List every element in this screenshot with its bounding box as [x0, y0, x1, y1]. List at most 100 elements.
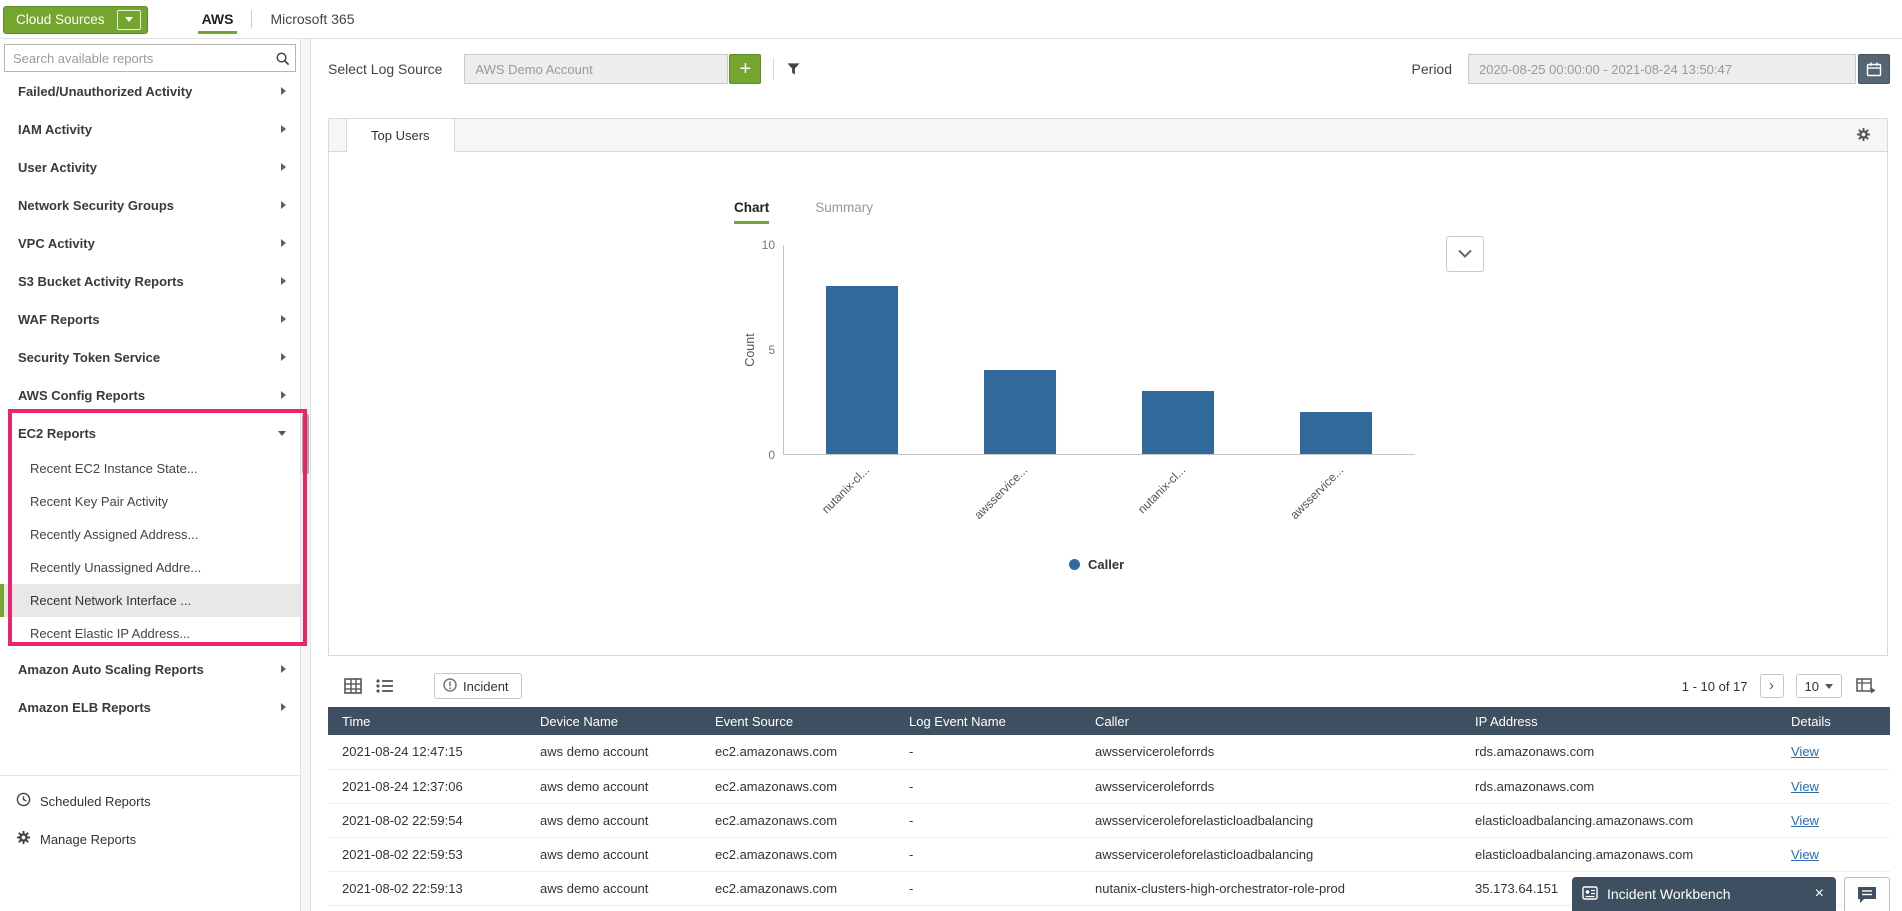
tab-aws[interactable]: AWS: [198, 0, 238, 38]
ec2-reports-children: Recent EC2 Instance State...Recent Key P…: [0, 452, 300, 650]
log-source-input[interactable]: [464, 54, 728, 84]
chevron-right-icon: [281, 277, 286, 285]
cell-time: 2021-08-02 22:59:13: [328, 871, 526, 905]
sidebar-item-failed-unauthorized-activity[interactable]: Failed/Unauthorized Activity: [0, 72, 300, 110]
cell-ip: elasticloadbalancing.amazonaws.com: [1461, 837, 1777, 871]
sidebar-item-recent-key-pair-activity[interactable]: Recent Key Pair Activity: [0, 485, 300, 518]
list-view-icon[interactable]: [374, 677, 396, 695]
chevron-right-icon: [281, 703, 286, 711]
sidebar-item-amazon-auto-scaling-reports[interactable]: Amazon Auto Scaling Reports: [0, 650, 300, 688]
view-details-link[interactable]: View: [1791, 779, 1819, 794]
cell-log_event: -: [895, 871, 1081, 905]
chat-button[interactable]: [1844, 877, 1890, 911]
sidebar-item-recently-assigned-address[interactable]: Recently Assigned Address...: [0, 518, 300, 551]
x-axis-line: [783, 454, 1415, 455]
bar-nutanix-cl-0[interactable]: [826, 286, 898, 454]
close-icon[interactable]: ×: [1815, 886, 1824, 902]
col-header-caller[interactable]: Caller: [1081, 707, 1461, 735]
manage-reports-label: Manage Reports: [40, 832, 136, 847]
col-header-device-name[interactable]: Device Name: [526, 707, 701, 735]
col-header-time[interactable]: Time: [328, 707, 526, 735]
report-search-box[interactable]: [4, 44, 296, 72]
col-header-event-source[interactable]: Event Source: [701, 707, 895, 735]
incident-button[interactable]: Incident: [434, 673, 522, 699]
cell-device: aws demo account: [526, 871, 701, 905]
ec2-reports-label: EC2 Reports: [18, 426, 278, 441]
clock-icon: [16, 792, 31, 810]
table-row[interactable]: 2021-08-24 12:47:15aws demo accountec2.a…: [328, 735, 1890, 769]
col-header-log-event-name[interactable]: Log Event Name: [895, 707, 1081, 735]
bar-awsservice-3[interactable]: [1300, 412, 1372, 454]
sidebar-item-amazon-elb-reports[interactable]: Amazon ELB Reports: [0, 688, 300, 726]
sidebar-item-vpc-activity[interactable]: VPC Activity: [0, 224, 300, 262]
add-log-source-button[interactable]: +: [729, 54, 761, 84]
view-tab-summary[interactable]: Summary: [815, 200, 873, 224]
incident-icon: [443, 678, 457, 695]
sidebar-item-user-activity[interactable]: User Activity: [0, 148, 300, 186]
chart-legend[interactable]: Caller: [1069, 557, 1124, 572]
chevron-right-icon: [281, 391, 286, 399]
source-tabs: AWS Microsoft 365: [198, 0, 359, 38]
export-table-icon[interactable]: [1854, 676, 1878, 696]
cell-time: 2021-08-02 22:59:53: [328, 837, 526, 871]
page-size-dropdown[interactable]: 10: [1796, 674, 1842, 698]
sidebar-item-s3-bucket-activity-reports[interactable]: S3 Bucket Activity Reports: [0, 262, 300, 300]
sidebar-item-ec2-reports[interactable]: EC2 Reports: [0, 414, 300, 452]
calendar-button[interactable]: [1858, 54, 1890, 84]
sidebar-item-scheduled-reports[interactable]: Scheduled Reports: [0, 782, 300, 820]
tab-microsoft-365[interactable]: Microsoft 365: [266, 0, 358, 38]
sidebar-item-recently-unassigned-addre[interactable]: Recently Unassigned Addre...: [0, 551, 300, 584]
sidebar-item-recent-elastic-ip-address[interactable]: Recent Elastic IP Address...: [0, 617, 300, 650]
x-axis-label: nutanix-cl...: [819, 463, 872, 516]
cell-source: ec2.amazonaws.com: [701, 769, 895, 803]
table-row[interactable]: 2021-08-24 12:37:06aws demo accountec2.a…: [328, 769, 1890, 803]
view-details-link[interactable]: View: [1791, 813, 1819, 828]
sidebar-item-recent-ec2-instance-state[interactable]: Recent EC2 Instance State...: [0, 452, 300, 485]
col-header-details[interactable]: Details: [1777, 707, 1890, 735]
sidebar-item-iam-activity[interactable]: IAM Activity: [0, 110, 300, 148]
chart-options-dropdown[interactable]: [1446, 236, 1484, 272]
cell-caller: awsserviceroleforrds: [1081, 769, 1461, 803]
report-panel-header: Top Users: [329, 119, 1887, 152]
gear-icon[interactable]: [1856, 127, 1871, 145]
next-page-button[interactable]: ›: [1760, 674, 1784, 698]
chevron-down-icon[interactable]: [117, 10, 141, 30]
period-input[interactable]: [1468, 54, 1856, 84]
bar-awsservice-1[interactable]: [984, 370, 1056, 454]
chevron-down-icon: [1825, 684, 1833, 689]
table-row[interactable]: 2021-08-02 22:59:53aws demo accountec2.a…: [328, 837, 1890, 871]
filter-icon[interactable]: [786, 62, 801, 76]
table-row[interactable]: 2021-08-02 22:59:54aws demo accountec2.a…: [328, 803, 1890, 837]
view-tab-chart[interactable]: Chart: [734, 200, 769, 224]
cell-device: aws demo account: [526, 803, 701, 837]
sidebar-scrollbar[interactable]: [300, 39, 311, 911]
view-details-link[interactable]: View: [1791, 847, 1819, 862]
bar-nutanix-cl-2[interactable]: [1142, 391, 1214, 454]
cell-source: ec2.amazonaws.com: [701, 735, 895, 769]
x-axis-label: awsservice...: [1287, 463, 1346, 522]
sidebar-item-aws-config-reports[interactable]: AWS Config Reports: [0, 376, 300, 414]
incident-workbench-bar[interactable]: Incident Workbench ×: [1572, 877, 1836, 911]
tab-top-users[interactable]: Top Users: [346, 119, 455, 152]
chevron-right-icon: [281, 87, 286, 95]
grid-view-icon[interactable]: [342, 676, 364, 696]
sidebar-item-network-security-groups[interactable]: Network Security Groups: [0, 186, 300, 224]
sidebar-item-label: VPC Activity: [18, 236, 281, 251]
search-input[interactable]: [5, 51, 269, 66]
legend-label: Caller: [1088, 557, 1124, 572]
chevron-right-icon: [281, 125, 286, 133]
search-icon[interactable]: [269, 51, 295, 66]
sidebar-item-manage-reports[interactable]: Manage Reports: [0, 820, 300, 858]
chevron-right-icon: [281, 163, 286, 171]
sidebar-item-security-token-service[interactable]: Security Token Service: [0, 338, 300, 376]
sidebar-item-label: S3 Bucket Activity Reports: [18, 274, 281, 289]
sidebar-item-recent-network-interface[interactable]: Recent Network Interface ...: [0, 584, 300, 617]
sidebar-item-waf-reports[interactable]: WAF Reports: [0, 300, 300, 338]
cell-source: ec2.amazonaws.com: [701, 803, 895, 837]
view-details-link[interactable]: View: [1791, 744, 1819, 759]
cloud-sources-button[interactable]: Cloud Sources: [3, 6, 148, 34]
cell-device: aws demo account: [526, 837, 701, 871]
events-table: TimeDevice NameEvent SourceLog Event Nam…: [328, 707, 1890, 906]
scrollbar-thumb[interactable]: [302, 413, 309, 475]
col-header-ip-address[interactable]: IP Address: [1461, 707, 1777, 735]
